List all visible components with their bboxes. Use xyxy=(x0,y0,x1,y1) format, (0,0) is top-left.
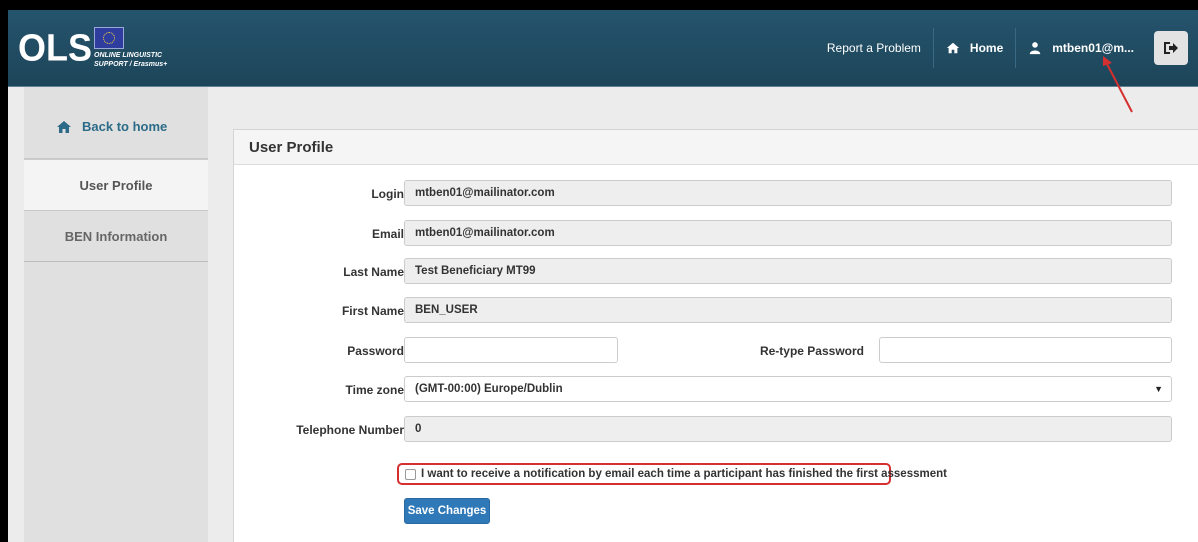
logo-text: OLS xyxy=(18,25,93,69)
password-row: Password Re-type Password xyxy=(234,337,1198,365)
user-icon xyxy=(1030,42,1041,55)
eu-flag-icon xyxy=(94,27,125,49)
top-nav: Report a Problem Home mtben01@m... xyxy=(815,10,1198,86)
top-header: OLS ONLINE LINGUISTIC SUPPORT / Erasmus+… xyxy=(8,10,1198,87)
timezone-row: Time zone (GMT-00:00) Europe/Dublin ▼ xyxy=(234,376,1198,404)
panel-title: User Profile xyxy=(234,130,1198,165)
timezone-value: (GMT-00:00) Europe/Dublin xyxy=(415,383,563,395)
sidebar-item-ben-information[interactable]: BEN Information xyxy=(24,211,208,262)
email-field: mtben01@mailinator.com xyxy=(404,220,1172,246)
last-name-row: Last Name Test Beneficiary MT99 xyxy=(234,258,1198,286)
caret-down-icon: ▼ xyxy=(1154,384,1163,394)
notification-checkbox[interactable] xyxy=(405,468,416,480)
sidebar-item-label: BEN Information xyxy=(64,228,168,244)
email-row: Email mtben01@mailinator.com xyxy=(234,220,1198,248)
login-field: mtben01@mailinator.com xyxy=(404,180,1172,206)
notification-checkbox-row[interactable]: I want to receive a notification by emai… xyxy=(397,463,947,485)
logout-button[interactable] xyxy=(1154,31,1188,65)
password-label: Password xyxy=(347,344,404,358)
report-problem-label: Report a Problem xyxy=(826,41,921,55)
timezone-select[interactable]: (GMT-00:00) Europe/Dublin ▼ xyxy=(404,376,1172,402)
logo-subtitle-2: SUPPORT / Erasmus+ xyxy=(94,61,168,68)
home-icon xyxy=(57,120,71,133)
first-name-label: First Name xyxy=(341,304,404,318)
save-changes-button[interactable]: Save Changes xyxy=(404,498,490,524)
app-frame: OLS ONLINE LINGUISTIC SUPPORT / Erasmus+… xyxy=(8,10,1198,542)
logout-icon xyxy=(1164,42,1178,54)
login-label: Login xyxy=(371,187,404,201)
sidebar-item-user-profile[interactable]: User Profile xyxy=(24,159,208,211)
notification-label: I want to receive a notification by emai… xyxy=(421,468,947,480)
retype-password-label: Re-type Password xyxy=(759,344,864,358)
password-input[interactable] xyxy=(404,337,618,363)
telephone-label: Telephone Number xyxy=(296,423,404,437)
sidebar-item-back-to-home[interactable]: Back to home xyxy=(24,87,208,159)
last-name-field: Test Beneficiary MT99 xyxy=(404,258,1172,284)
report-problem-link[interactable]: Report a Problem xyxy=(815,28,933,68)
sidebar-item-label: Back to home xyxy=(82,119,168,134)
retype-password-input[interactable] xyxy=(879,337,1172,363)
telephone-field: 0 xyxy=(404,416,1172,442)
home-icon xyxy=(946,42,960,54)
home-label: Home xyxy=(969,41,1004,55)
user-menu[interactable]: mtben01@m... xyxy=(1015,28,1146,68)
ols-logo[interactable]: OLS ONLINE LINGUISTIC SUPPORT / Erasmus+ xyxy=(18,24,167,72)
first-name-row: First Name BEN_USER xyxy=(234,297,1198,325)
home-link[interactable]: Home xyxy=(932,28,1015,68)
sidebar-item-label: User Profile xyxy=(79,177,153,193)
user-label: mtben01@m... xyxy=(1052,41,1134,55)
first-name-field: BEN_USER xyxy=(404,297,1172,323)
last-name-label: Last Name xyxy=(343,265,404,279)
login-row: Login mtben01@mailinator.com xyxy=(234,180,1198,208)
email-label: Email xyxy=(371,227,404,241)
timezone-label: Time zone xyxy=(345,383,404,397)
telephone-row: Telephone Number 0 xyxy=(234,416,1198,444)
sidebar: Back to home User Profile BEN Informatio… xyxy=(24,87,208,542)
logo-subtitle-1: ONLINE LINGUISTIC xyxy=(94,52,163,59)
user-profile-panel: User Profile Login mtben01@mailinator.co… xyxy=(233,129,1198,542)
